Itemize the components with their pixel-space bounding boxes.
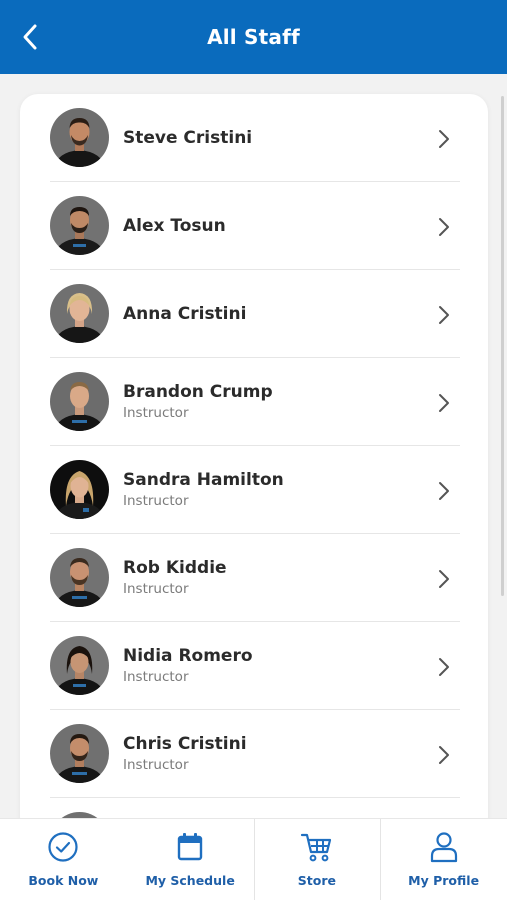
back-button[interactable] bbox=[14, 20, 46, 54]
staff-row-brandon-crump[interactable]: Brandon Crump Instructor bbox=[50, 358, 460, 446]
nav-my-profile[interactable]: My Profile bbox=[380, 819, 507, 900]
staff-name: Rob Kiddie bbox=[123, 558, 227, 578]
nav-label: My Schedule bbox=[145, 873, 235, 888]
avatar bbox=[50, 108, 109, 167]
staff-role: Instructor bbox=[123, 757, 189, 773]
avatar bbox=[50, 460, 109, 519]
user-icon bbox=[430, 832, 457, 863]
staff-name: Alex Tosun bbox=[123, 216, 226, 236]
avatar bbox=[50, 636, 109, 695]
avatar bbox=[50, 372, 109, 431]
avatar bbox=[50, 548, 109, 607]
chevron-right-icon bbox=[439, 570, 449, 588]
staff-row-alex-tosun[interactable]: Alex Tosun bbox=[50, 182, 460, 270]
chevron-right-icon bbox=[439, 130, 449, 148]
staff-name: Brandon Crump bbox=[123, 382, 273, 402]
avatar bbox=[50, 196, 109, 255]
nav-label: Store bbox=[297, 873, 336, 888]
staff-role: Instructor bbox=[123, 405, 189, 421]
chevron-left-icon bbox=[23, 24, 37, 50]
staff-row-steve-cristini[interactable]: Steve Cristini bbox=[50, 94, 460, 182]
staff-row-partial[interactable] bbox=[50, 798, 460, 818]
avatar bbox=[50, 724, 109, 783]
chevron-right-icon bbox=[439, 218, 449, 236]
staff-row-nidia-romero[interactable]: Nidia Romero Instructor bbox=[50, 622, 460, 710]
chevron-right-icon bbox=[439, 306, 449, 324]
staff-name: Sandra Hamilton bbox=[123, 470, 284, 490]
header-bar: All Staff bbox=[0, 0, 507, 74]
chevron-right-icon bbox=[439, 482, 449, 500]
check-circle-icon bbox=[48, 832, 78, 862]
staff-row-sandra-hamilton[interactable]: Sandra Hamilton Instructor bbox=[50, 446, 460, 534]
scrollbar[interactable] bbox=[501, 96, 504, 596]
bottom-nav: Book Now My Schedule Store My Profile bbox=[0, 818, 507, 900]
staff-name: Chris Cristini bbox=[123, 734, 247, 754]
chevron-right-icon bbox=[439, 658, 449, 676]
nav-my-schedule[interactable]: My Schedule bbox=[127, 819, 254, 900]
staff-name: Nidia Romero bbox=[123, 646, 253, 666]
staff-name: Anna Cristini bbox=[123, 304, 247, 324]
avatar bbox=[50, 284, 109, 343]
staff-role: Instructor bbox=[123, 669, 189, 685]
chevron-right-icon bbox=[439, 746, 449, 764]
app-screen: All Staff Steve Cristini Alex Tosun Anna… bbox=[0, 0, 507, 900]
staff-role: Instructor bbox=[123, 493, 189, 509]
staff-row-rob-kiddie[interactable]: Rob Kiddie Instructor bbox=[50, 534, 460, 622]
staff-row-anna-cristini[interactable]: Anna Cristini bbox=[50, 270, 460, 358]
nav-label: Book Now bbox=[28, 873, 99, 888]
chevron-right-icon bbox=[439, 394, 449, 412]
cart-icon bbox=[300, 833, 331, 862]
staff-name: Steve Cristini bbox=[123, 128, 253, 148]
staff-role: Instructor bbox=[123, 581, 189, 597]
staff-row-chris-cristini[interactable]: Chris Cristini Instructor bbox=[50, 710, 460, 798]
nav-store[interactable]: Store bbox=[253, 819, 381, 900]
calendar-icon bbox=[177, 833, 203, 861]
page-title: All Staff bbox=[207, 25, 300, 49]
nav-book-now[interactable]: Book Now bbox=[0, 819, 127, 900]
nav-label: My Profile bbox=[408, 873, 480, 888]
staff-list-scroll[interactable]: Steve Cristini Alex Tosun Anna Cristini … bbox=[0, 74, 507, 818]
staff-list-card: Steve Cristini Alex Tosun Anna Cristini … bbox=[20, 94, 488, 818]
